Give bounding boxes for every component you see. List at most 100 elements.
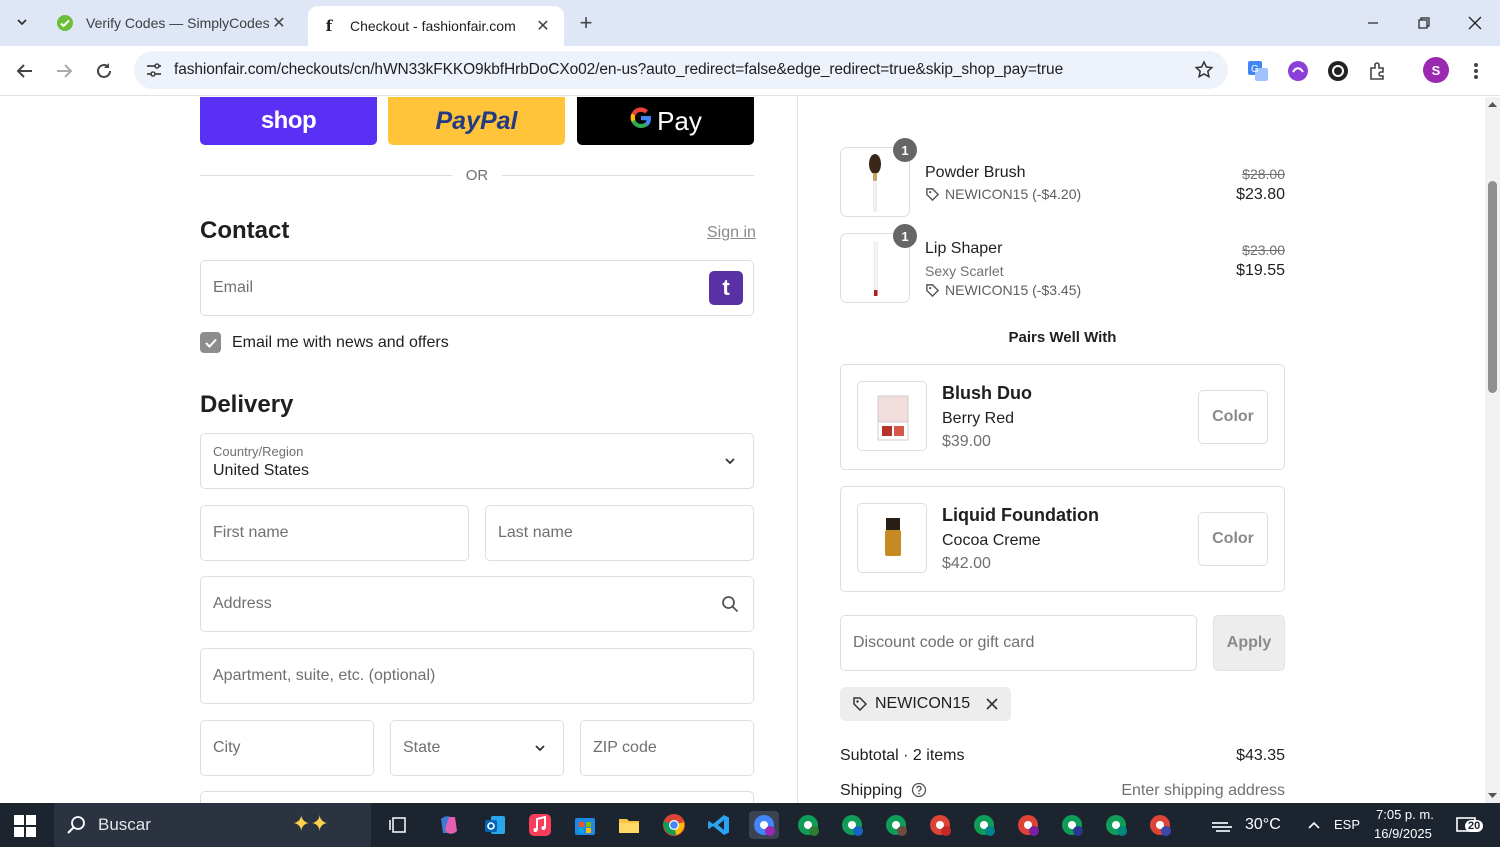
chrome-profile-e-icon[interactable] [925,811,955,839]
upsell-price: $39.00 [942,433,991,450]
profile-avatar[interactable]: S [1423,57,1449,83]
shipping-row: Shipping Enter shipping address [840,782,1285,800]
chrome-profile-r-icon[interactable] [969,811,999,839]
remove-discount-icon[interactable] [985,697,999,711]
email-placeholder: Email [213,279,254,296]
chrome-profile-d-icon[interactable] [1145,811,1175,839]
itunes-icon[interactable] [525,811,555,839]
city-field[interactable]: City [200,720,374,776]
discount-placeholder: Discount code or gift card [853,634,1035,651]
checkmark-icon [204,338,217,348]
cart-item-price: $19.55 [1236,262,1285,279]
phone-field-partial[interactable] [200,791,754,803]
chrome-profile-r2-icon[interactable] [1057,811,1087,839]
discount-code-field[interactable]: Discount code or gift card [840,615,1197,671]
clock-date[interactable]: 16/9/2025 [1374,826,1432,841]
apartment-field[interactable]: Apartment, suite, etc. (optional) [200,648,754,704]
file-explorer-icon[interactable] [614,811,644,839]
extension-dark-icon[interactable] [1325,58,1351,84]
zip-field[interactable]: ZIP code [580,720,754,776]
help-circle-icon[interactable] [911,782,927,798]
paypal-button[interactable]: PayPal [388,97,565,145]
chrome-profile-i-icon[interactable] [1013,811,1043,839]
liquid-foundation-image [885,518,901,556]
chrome-profile-m-icon[interactable] [881,811,911,839]
clock-time[interactable]: 7:05 p. m. [1376,807,1434,822]
minimize-icon [1368,22,1378,24]
autofill-extension-icon[interactable]: t [709,271,743,305]
first-name-field[interactable]: First name [200,505,469,561]
close-tab-icon[interactable]: ✕ [534,17,552,35]
first-name-placeholder: First name [213,524,289,541]
extension-purple-icon[interactable] [1285,58,1311,84]
chrome-profile-n-icon[interactable] [793,811,823,839]
chrome-icon[interactable] [659,811,689,839]
new-tab-button[interactable]: + [572,9,600,37]
cart-item-name: Powder Brush [925,164,1026,181]
microsoft-store-icon[interactable] [570,811,600,839]
tab-simplycodes[interactable]: Verify Codes — SimplyCodes ✕ [44,6,300,40]
upsell-name: Liquid Foundation [942,505,1099,525]
apply-discount-button[interactable]: Apply [1213,615,1285,671]
close-window-button[interactable] [1452,6,1498,40]
country-select[interactable]: Country/Region United States [200,433,754,489]
cart-item-original-price: $23.00 [1242,242,1285,258]
scroll-down-arrow-icon[interactable] [1485,791,1500,801]
outlook-icon[interactable] [480,811,510,839]
cart-item-discount: NEWICON15 (-$4.20) [925,186,1081,202]
simplycodes-favicon-icon [56,14,74,32]
search-icon [722,596,739,613]
copilot-sparkle-icon: ✦✦ [292,811,329,836]
last-name-placeholder: Last name [498,524,573,541]
tab-search-button[interactable] [8,8,36,36]
start-button[interactable] [14,815,36,842]
site-info-icon[interactable] [144,60,164,80]
upsell-price: $42.00 [942,555,991,572]
page-scrollbar[interactable] [1485,97,1500,803]
tab-checkout[interactable]: f Checkout - fashionfair.com ✕ [308,6,564,46]
fashionfair-favicon-icon: f [325,17,333,35]
address-bar[interactable]: fashionfair.com/checkouts/cn/hWN33kFKKO9… [134,51,1228,89]
task-view-icon[interactable] [383,811,413,839]
delivery-heading: Delivery [200,391,294,418]
upsell-color-button[interactable]: Color [1198,512,1268,566]
or-divider: OR [200,165,754,185]
chrome-profile-c-icon[interactable] [837,811,867,839]
browser-menu-icon[interactable] [1463,58,1489,84]
show-hidden-icons-chevron-up-icon[interactable] [1299,811,1329,839]
google-pay-button[interactable]: Pay [577,97,754,145]
shipping-value: Enter shipping address [1121,782,1285,799]
bookmark-star-icon[interactable] [1194,60,1214,80]
translate-extension-icon[interactable]: G [1245,58,1271,84]
chrome-profile-s2-icon[interactable] [1101,811,1131,839]
sign-in-link[interactable]: Sign in [707,224,756,242]
input-language[interactable]: ESP [1334,817,1360,832]
restore-button[interactable] [1401,6,1447,40]
address-field[interactable]: Address [200,576,754,632]
country-label: Country/Region [213,444,304,459]
newsletter-checkbox[interactable] [200,332,221,353]
copilot-app-icon[interactable] [434,811,464,839]
email-field[interactable]: Email t [200,260,754,316]
scroll-up-arrow-icon[interactable] [1485,99,1500,109]
vscode-icon[interactable] [704,811,734,839]
back-button[interactable] [9,55,41,87]
forward-button[interactable] [48,55,80,87]
search-label: Buscar [98,815,151,834]
upsell-color-button[interactable]: Color [1198,390,1268,444]
chrome-profile-s-icon[interactable] [749,811,779,839]
cart-item-original-price: $28.00 [1242,166,1285,182]
upsell-variant: Berry Red [942,410,1015,427]
weather-icon[interactable] [1208,811,1238,839]
close-tab-icon[interactable]: ✕ [270,14,288,32]
chevron-down-icon [17,19,27,26]
scrollbar-thumb[interactable] [1488,181,1497,393]
applied-code: NEWICON15 [875,695,971,712]
state-select[interactable]: State [390,720,564,776]
taskbar-search[interactable]: Buscar ✦✦ [54,803,371,847]
minimize-button[interactable] [1350,6,1396,40]
extensions-puzzle-icon[interactable] [1365,58,1391,84]
last-name-field[interactable]: Last name [485,505,754,561]
reload-button[interactable] [88,55,120,87]
shop-pay-button[interactable]: shop [200,97,377,145]
